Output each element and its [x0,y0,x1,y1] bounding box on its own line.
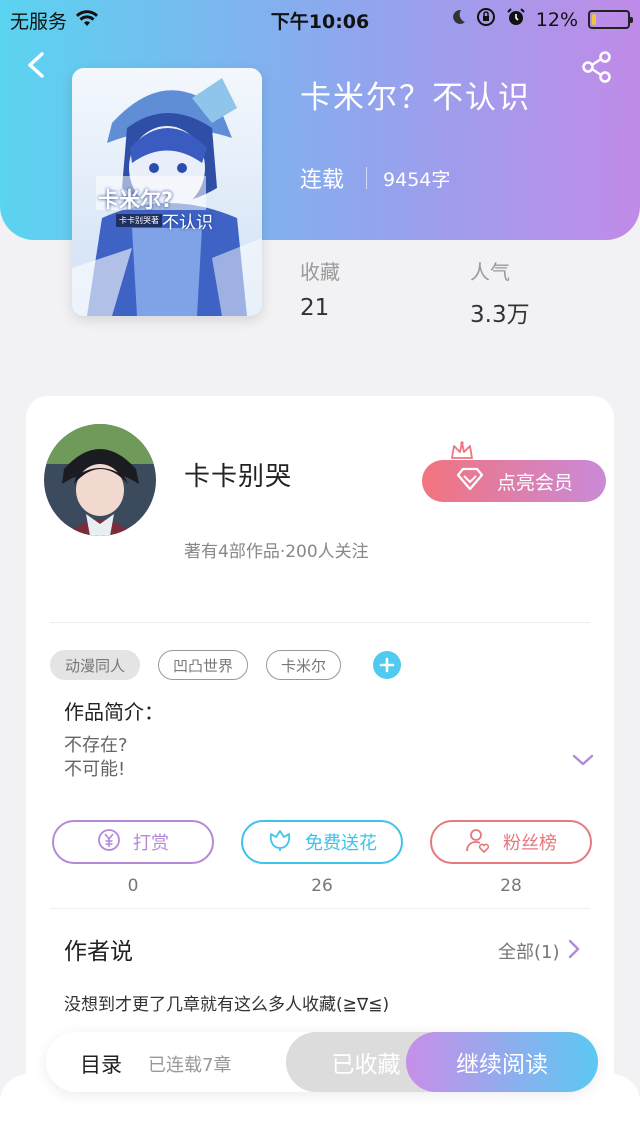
fan-user-icon [465,827,491,858]
intro-text: 不存在? 不可能! [64,734,128,782]
author-says-text: 没想到才更了几章就有这么多人收藏(≧∇≦) [64,995,390,1015]
vip-label: 点亮会员 [496,471,573,494]
intro-line: 不存在? [64,735,128,756]
tag-item[interactable]: 动漫同人 [50,650,141,680]
meta-divider [366,167,368,189]
back-arrow-icon [28,52,44,78]
bottom-action-bar: 目录 已连载7章 已收藏 继续阅读 [46,1032,598,1092]
stat-favorites: 收藏 21 [300,256,340,321]
chapter-count: 已连载7章 [148,1055,232,1076]
word-count: 9454字 [383,168,451,191]
flower-action: 免费送花 26 [241,820,403,896]
add-tag-button[interactable] [373,651,402,679]
book-cover[interactable]: 卡米尔? 卡卡别哭著 不认识 [72,68,262,316]
action-row: 打赏 0 免费送花 26 粉丝榜 28 [52,820,592,896]
intro-title: 作品简介： [64,700,164,724]
tag-list: 动漫同人 凹凸世界 卡米尔 [50,650,402,680]
rotation-lock-icon [476,7,496,32]
fans-label: 粉丝榜 [503,833,557,854]
moon-icon [450,8,466,31]
back-button[interactable] [20,48,54,82]
share-button[interactable] [580,50,614,84]
stat-label: 人气 [470,260,510,284]
author-name[interactable]: 卡卡别哭 [184,456,292,493]
reward-label: 打赏 [133,833,169,854]
all-label: 全部(1) [498,942,560,963]
vip-button[interactable]: 点亮会员 [422,460,606,502]
book-status: 连载 [300,168,345,193]
fans-count: 28 [500,876,522,896]
fan-ranking-button[interactable]: 粉丝榜 [430,820,592,864]
tag-item[interactable]: 凹凸世界 [158,650,249,680]
cover-subtitle-text: 不认识 [162,213,213,233]
reward-button[interactable]: 打赏 [52,820,214,864]
chevron-right-icon [568,939,580,964]
reward-count: 0 [127,876,139,896]
status-bar: 无服务 下午10:06 12% [0,0,640,36]
toc-button[interactable]: 目录 [80,1049,122,1079]
yen-coin-icon [97,828,121,857]
expand-chevron-icon[interactable] [571,752,595,772]
divider [50,622,590,623]
author-says-title: 作者说 [64,939,133,965]
book-title: 卡米尔？不认识 [300,80,531,116]
book-meta: 连载 9454字 [300,162,450,194]
intro-line: 不可能! [64,759,126,780]
flower-count: 26 [311,876,333,896]
flower-label: 免费送花 [305,833,377,854]
continue-reading-button[interactable]: 继续阅读 [406,1032,598,1092]
divider [50,908,590,909]
fans-action: 粉丝榜 28 [430,820,592,896]
author-says-all-link[interactable]: 全部(1) [498,938,580,964]
cover-author-badge: 卡卡别哭著 [116,214,162,227]
detail-card: 卡卡别哭 著有4部作品·200人关注 点亮会员 动漫同人 凹凸世界 卡米尔 作品… [26,396,614,1096]
plus-icon [379,657,395,673]
battery-level-fill [592,14,596,25]
reward-action: 打赏 0 [52,820,214,896]
stat-popularity: 人气 3.3万 [470,256,530,329]
author-info: 著有4部作品·200人关注 [184,542,369,562]
battery-percent: 12% [535,8,578,31]
avatar-image [44,424,156,536]
stat-label: 收藏 [300,260,340,284]
send-flower-button[interactable]: 免费送花 [241,820,403,864]
battery-icon [588,10,633,29]
alarm-icon [506,7,526,32]
tag-item[interactable]: 卡米尔 [266,650,342,680]
stat-value: 21 [300,295,330,321]
share-icon [582,51,611,83]
flower-icon [267,828,293,857]
author-avatar[interactable] [44,424,156,536]
diamond-icon [455,467,485,496]
stat-value: 3.3万 [470,302,530,328]
